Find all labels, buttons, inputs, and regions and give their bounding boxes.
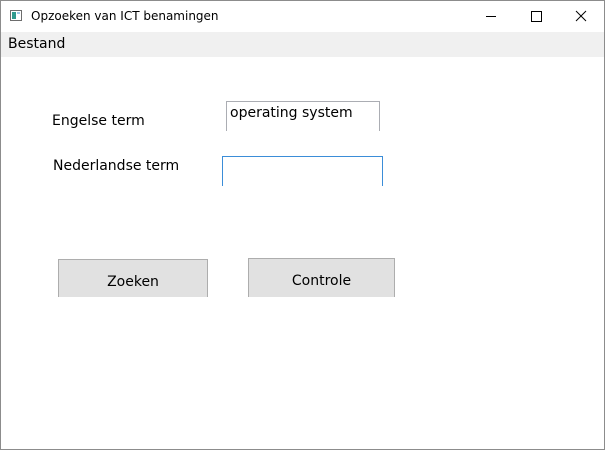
app-icon[interactable] bbox=[10, 10, 22, 21]
check-button[interactable]: Controle bbox=[248, 258, 395, 297]
english-term-label: Engelse term bbox=[52, 113, 145, 129]
menu-bar: Bestand bbox=[1, 32, 604, 57]
title-bar[interactable]: Opzoeken van ICT benamingen bbox=[1, 1, 604, 32]
maximize-icon bbox=[531, 11, 542, 22]
app-window: Opzoeken van ICT benamingen Bestand Enge… bbox=[0, 0, 605, 450]
dutch-term-input[interactable] bbox=[222, 156, 383, 186]
dutch-term-label: Nederlandse term bbox=[53, 158, 180, 174]
minimize-button[interactable] bbox=[468, 1, 514, 32]
menu-item-bestand[interactable]: Bestand bbox=[8, 36, 65, 52]
maximize-button[interactable] bbox=[514, 1, 560, 32]
window-title: Opzoeken van ICT benamingen bbox=[31, 9, 219, 23]
search-button[interactable]: Zoeken bbox=[58, 259, 208, 297]
english-term-input[interactable]: operating system bbox=[226, 101, 380, 131]
close-button[interactable] bbox=[558, 1, 604, 32]
minimize-icon bbox=[486, 16, 496, 17]
close-icon bbox=[575, 10, 587, 22]
